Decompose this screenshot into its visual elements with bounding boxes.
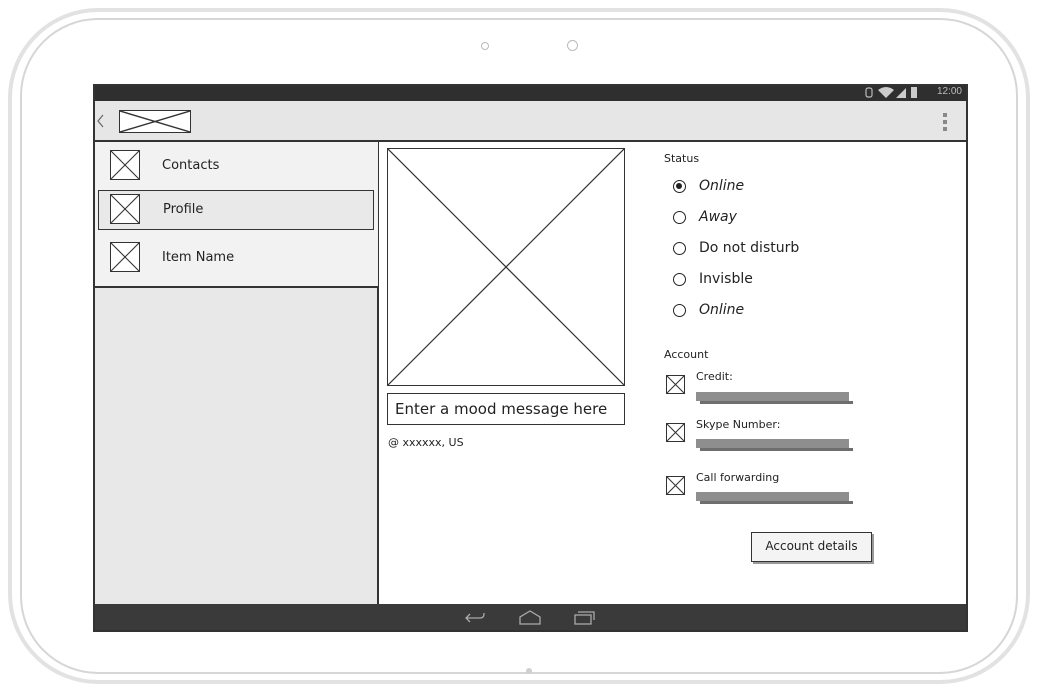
camera-icon — [481, 42, 489, 50]
screen-border — [93, 84, 968, 632]
home-dot-icon — [526, 668, 532, 674]
sensor-icon — [567, 40, 578, 51]
